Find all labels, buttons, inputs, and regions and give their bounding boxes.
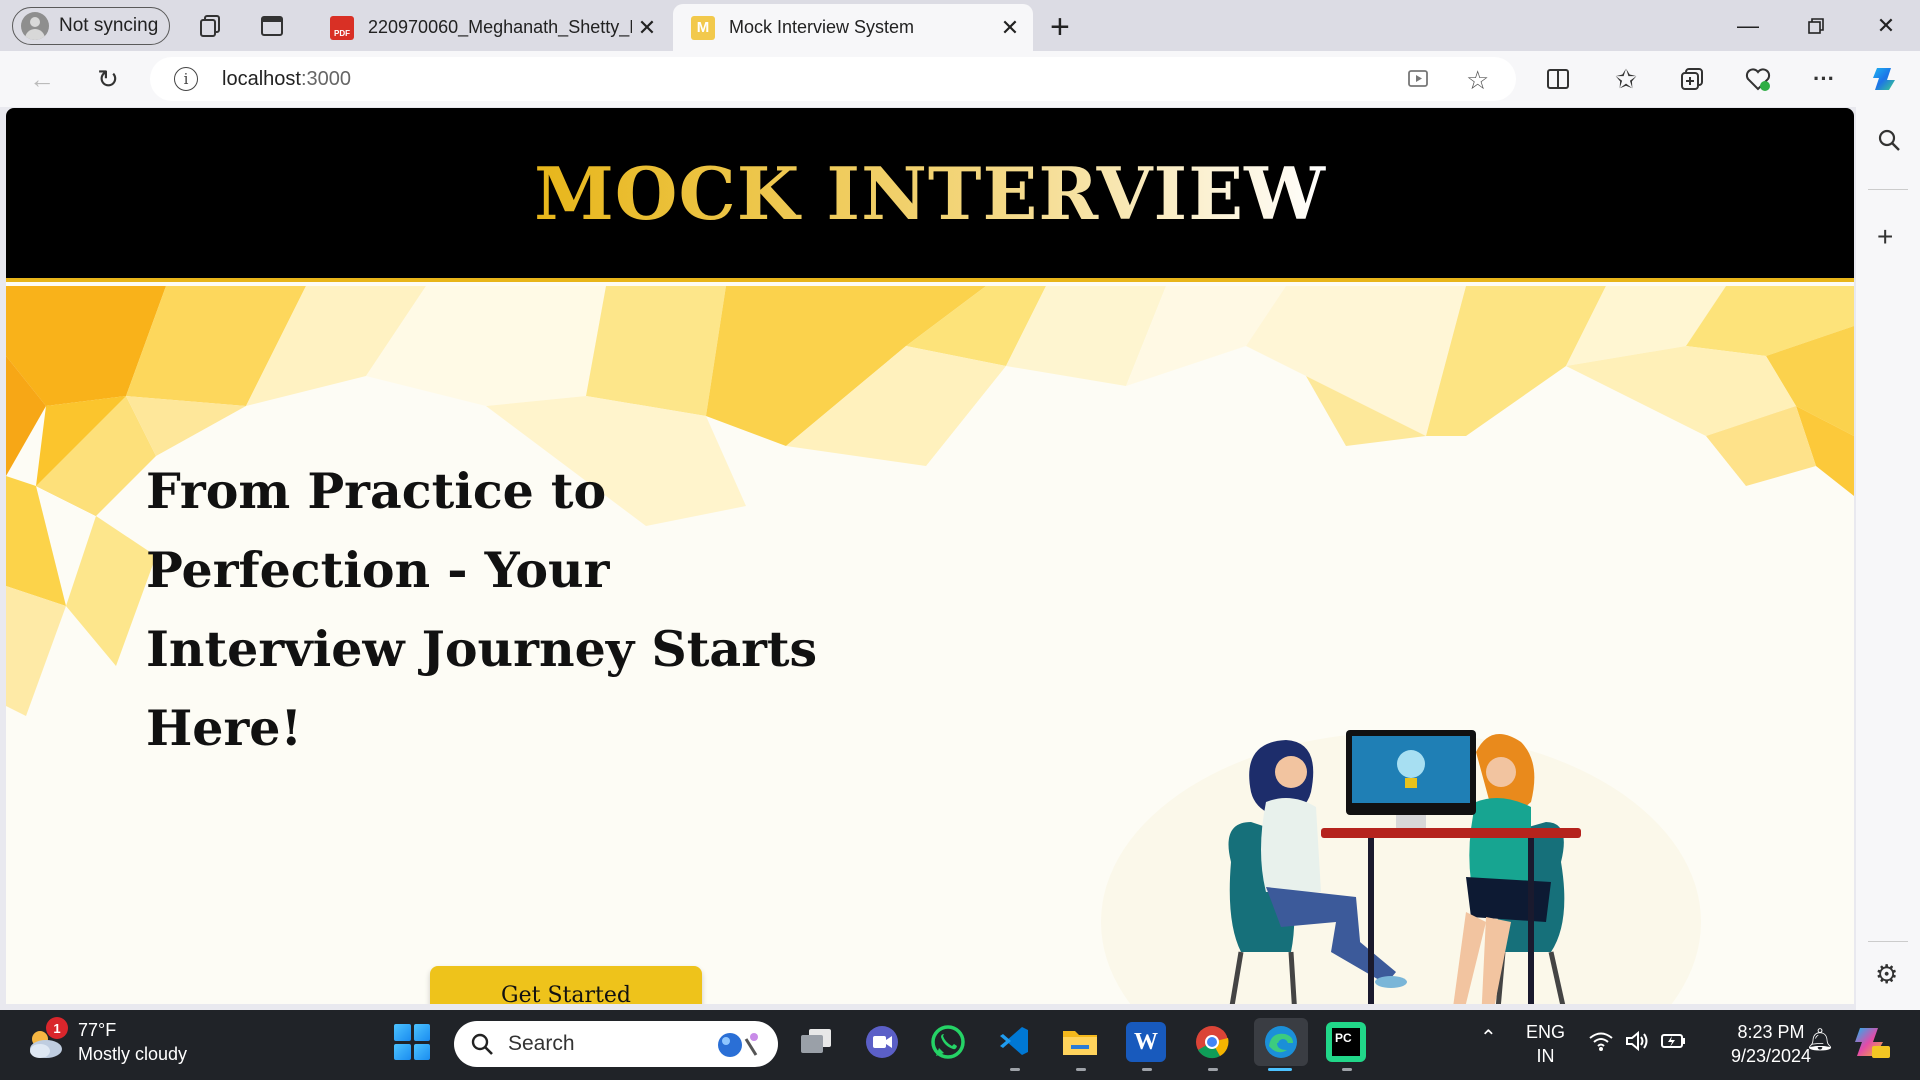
notification-badge: 1 — [46, 1017, 68, 1039]
site-favicon: M — [691, 15, 715, 40]
sidebar-divider — [1868, 941, 1908, 942]
whatsapp-icon[interactable] — [928, 1022, 968, 1062]
language-line2: IN — [1536, 1046, 1555, 1066]
interview-illustration — [1101, 730, 1701, 1004]
profile-label: Not syncing — [59, 15, 159, 36]
more-options-icon[interactable]: ··· — [1806, 61, 1842, 97]
windows-taskbar: 1 77°F Mostly cloudy Search W PC ⌃ ENG I… — [0, 1010, 1920, 1080]
get-started-button[interactable]: Get Started — [430, 966, 702, 1004]
weather-widget[interactable]: 1 77°F Mostly cloudy — [24, 1017, 188, 1066]
vscode-icon[interactable] — [994, 1022, 1034, 1062]
vertical-tabs-icon[interactable] — [258, 12, 286, 40]
language-line1: ENG — [1526, 1022, 1566, 1042]
tab-mock-interview[interactable]: M Mock Interview System ✕ — [673, 4, 1033, 51]
tab-title: Mock Interview System — [729, 17, 915, 37]
site-title: MOCK INTERVIEW — [534, 150, 1326, 236]
browser-tab-strip: Not syncing PDF 220970060_Meghanath_Shet… — [0, 0, 1920, 51]
copilot-preview-icon[interactable] — [1852, 1022, 1892, 1068]
back-arrow-icon[interactable]: ← — [24, 61, 60, 97]
settings-gear-icon[interactable]: ⚙ — [1875, 959, 1898, 990]
search-icon[interactable] — [1876, 127, 1902, 160]
new-tab-button[interactable]: + — [1050, 8, 1070, 47]
search-icon — [471, 1033, 493, 1055]
minimize-button[interactable]: — — [1718, 6, 1778, 46]
taskbar-search[interactable]: Search — [454, 1021, 778, 1067]
cloudy-weather-icon: 1 — [24, 1017, 68, 1063]
language-indicator[interactable]: ENG IN — [1526, 1020, 1565, 1068]
pdf-icon: PDF — [330, 15, 354, 40]
refresh-icon[interactable]: ↻ — [90, 61, 126, 97]
tab-pdf[interactable]: PDF 220970060_Meghanath_Shetty_F ✕ — [318, 4, 670, 51]
collections-icon[interactable] — [1674, 61, 1710, 97]
active-indicator — [1268, 1068, 1292, 1071]
url-text[interactable]: localhost:3000 — [222, 68, 351, 91]
copilot-icon[interactable] — [1868, 61, 1904, 97]
hero-section: From Practice to Perfection - Your Inter… — [6, 286, 1854, 1004]
windows-start-icon[interactable] — [394, 1024, 430, 1060]
weather-desc: Mostly cloudy — [78, 1044, 188, 1064]
volume-icon[interactable] — [1624, 1030, 1650, 1058]
running-indicator — [1010, 1068, 1020, 1071]
battery-icon[interactable] — [1660, 1030, 1688, 1058]
address-bar[interactable]: i localhost:3000 ☆ — [150, 57, 1516, 101]
read-aloud-icon[interactable] — [1406, 66, 1432, 97]
running-indicator — [1142, 1068, 1152, 1071]
info-icon[interactable]: i — [174, 67, 198, 91]
search-placeholder: Search — [508, 1032, 575, 1055]
split-screen-icon[interactable] — [1540, 61, 1576, 97]
meet-icon[interactable] — [862, 1022, 902, 1062]
running-indicator — [1208, 1068, 1218, 1071]
url-host: localhost — [222, 67, 301, 90]
wifi-icon[interactable] — [1588, 1030, 1614, 1058]
running-indicator — [1342, 1068, 1352, 1071]
close-icon[interactable]: ✕ — [995, 15, 1025, 41]
edge-icon[interactable] — [1254, 1018, 1308, 1066]
search-highlight-icon — [718, 1033, 758, 1057]
notification-bell-icon[interactable]: 🔔︎ — [1806, 1028, 1834, 1052]
tab-title: 220970060_Meghanath_Shetty_F — [368, 17, 632, 37]
pycharm-icon[interactable]: PC — [1326, 1022, 1366, 1062]
browser-toolbar: ← ↻ i localhost:3000 ☆ ✩ ··· — [0, 51, 1920, 107]
task-view-icon[interactable] — [796, 1022, 836, 1062]
file-explorer-icon[interactable] — [1060, 1022, 1100, 1062]
page-viewport: MOCK INTERVIEW From Practice to Perfecti… — [6, 108, 1854, 1004]
browser-sidebar: + ⚙ — [1856, 107, 1920, 1010]
profile-button[interactable]: Not syncing — [12, 7, 170, 45]
profile-avatar-icon — [21, 12, 49, 40]
restore-button[interactable] — [1786, 6, 1846, 46]
workspaces-icon[interactable] — [196, 12, 224, 40]
add-icon[interactable]: + — [1877, 221, 1893, 253]
chrome-icon[interactable] — [1192, 1022, 1232, 1062]
url-port: :3000 — [300, 67, 351, 90]
site-header: MOCK INTERVIEW — [6, 108, 1854, 282]
browser-essentials-icon[interactable] — [1740, 61, 1776, 97]
close-icon[interactable]: ✕ — [632, 15, 662, 41]
weather-temp: 77°F — [78, 1020, 117, 1040]
close-window-button[interactable]: ✕ — [1856, 6, 1916, 46]
hero-headline: From Practice to Perfection - Your Inter… — [146, 462, 818, 757]
show-hidden-icons-chevron[interactable]: ⌃ — [1480, 1026, 1497, 1050]
running-indicator — [1076, 1068, 1086, 1071]
sidebar-divider — [1868, 189, 1908, 190]
word-icon[interactable]: W — [1126, 1022, 1166, 1062]
favorite-star-icon[interactable]: ☆ — [1466, 65, 1489, 96]
favorites-icon[interactable]: ✩ — [1608, 61, 1644, 97]
